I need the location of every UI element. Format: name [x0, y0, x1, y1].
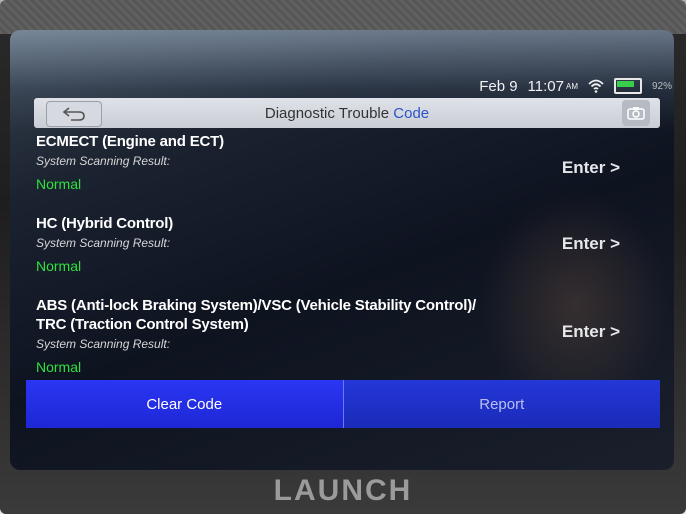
system-row-abs[interactable]: ABS (Anti-lock Braking System)/VSC (Vehi…: [36, 296, 660, 375]
brand-logo: LAUNCH: [273, 474, 413, 507]
back-button[interactable]: [46, 101, 102, 127]
system-result-status: Normal: [36, 176, 82, 192]
battery-percent: 92%: [651, 80, 672, 92]
enter-button-ecmect[interactable]: Enter >: [562, 158, 620, 178]
page-title-accent: Code: [393, 104, 430, 122]
screenshot-button[interactable]: [622, 100, 650, 126]
status-time: 11:07: [527, 77, 564, 95]
status-date: Feb 9: [479, 77, 518, 95]
diagnostic-device: Feb 9 11:07 AM 92% Diagnostic Trouble Co…: [0, 0, 686, 514]
system-row-ecmect[interactable]: ECMECT (Engine and ECT) System Scanning …: [36, 132, 660, 192]
system-name: ABS (Anti-lock Braking System)/VSC (Vehi…: [36, 297, 476, 333]
wifi-icon: [588, 79, 604, 93]
report-button[interactable]: Report: [343, 380, 660, 428]
status-ampm: AM: [565, 81, 578, 91]
title-bar: Diagnostic Trouble Code: [34, 98, 660, 128]
system-name: HC (Hybrid Control): [36, 215, 174, 232]
system-row-hc[interactable]: HC (Hybrid Control) System Scanning Resu…: [36, 214, 660, 274]
page-title: Diagnostic Trouble Code: [265, 105, 429, 122]
enter-button-hc[interactable]: Enter >: [562, 234, 620, 254]
status-bar: Feb 9 11:07 AM 92%: [479, 76, 672, 96]
system-name: ECMECT (Engine and ECT): [36, 133, 224, 150]
battery-icon: [613, 78, 642, 94]
device-bezel: [0, 0, 686, 34]
system-result-status: Normal: [36, 359, 82, 375]
back-arrow-icon: [62, 107, 85, 121]
system-result-status: Normal: [36, 258, 82, 274]
clear-code-button[interactable]: Clear Code: [26, 380, 344, 428]
enter-button-abs[interactable]: Enter >: [562, 322, 620, 342]
bottom-action-bar: Clear Code Report: [26, 380, 660, 428]
page-title-prefix: Diagnostic Trouble: [264, 104, 394, 122]
camera-icon: [627, 107, 645, 120]
